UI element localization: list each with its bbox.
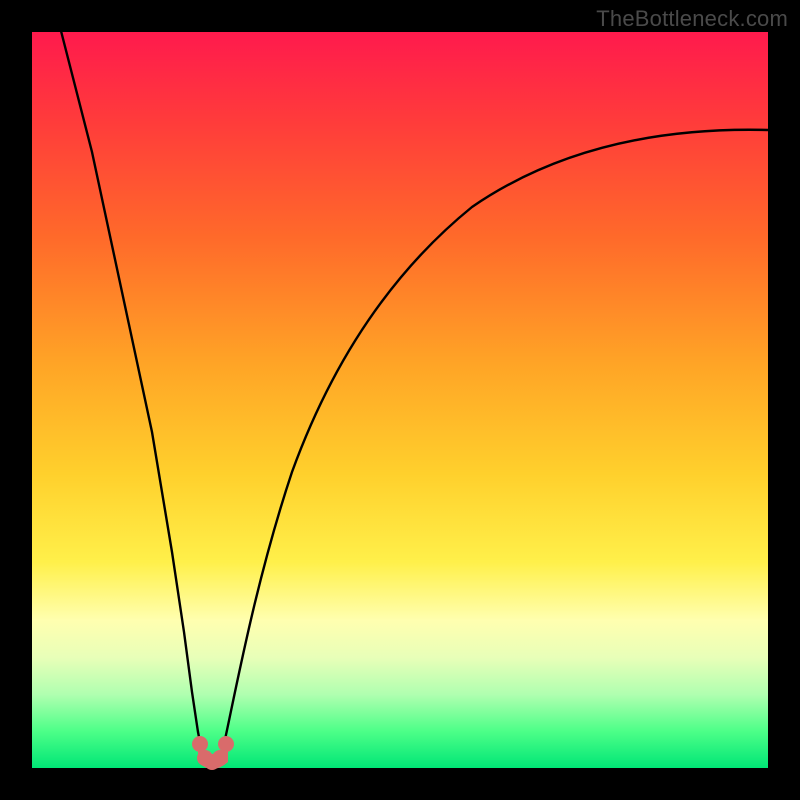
chart-frame: TheBottleneck.com (0, 0, 800, 800)
plot-area (32, 32, 768, 768)
curve-left-branch (60, 27, 205, 762)
valley-markers (192, 736, 234, 770)
bottleneck-curve (32, 32, 768, 768)
watermark-text: TheBottleneck.com (596, 6, 788, 32)
curve-right-branch (220, 130, 768, 762)
